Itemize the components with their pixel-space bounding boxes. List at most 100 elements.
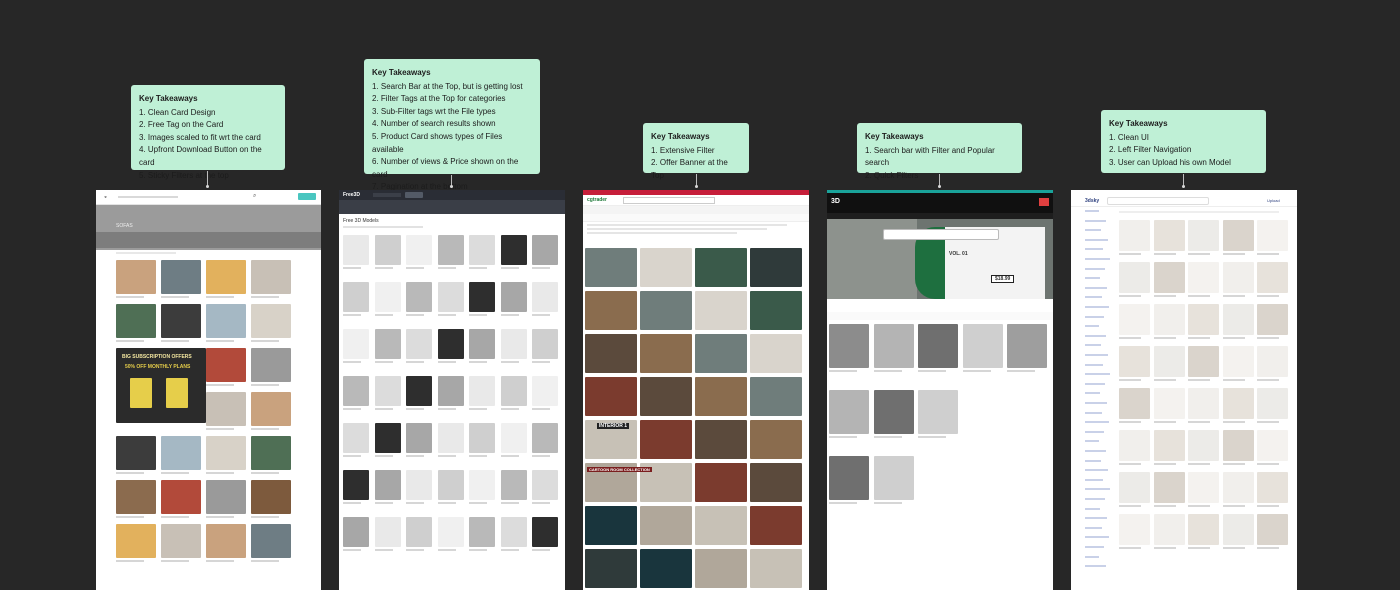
product-card-thumbnail[interactable] bbox=[1153, 430, 1185, 461]
product-card-thumbnail[interactable] bbox=[750, 420, 802, 459]
site1-logo[interactable]: ◒ bbox=[104, 194, 107, 200]
product-card-thumbnail[interactable] bbox=[532, 517, 558, 547]
product-card-thumbnail[interactable] bbox=[469, 282, 495, 312]
product-card-thumbnail[interactable] bbox=[500, 282, 527, 312]
product-card-thumbnail[interactable] bbox=[829, 390, 869, 434]
product-card-thumbnail[interactable] bbox=[1153, 262, 1185, 293]
site2-search-button[interactable] bbox=[405, 192, 423, 198]
product-card-thumbnail[interactable] bbox=[532, 329, 558, 359]
product-card-thumbnail[interactable] bbox=[1153, 388, 1185, 419]
filter-option[interactable] bbox=[1085, 469, 1108, 472]
filter-option[interactable] bbox=[1085, 430, 1104, 433]
product-card-thumbnail[interactable] bbox=[585, 334, 637, 373]
product-card-thumbnail[interactable] bbox=[469, 423, 495, 453]
site2-search-input[interactable] bbox=[373, 193, 401, 197]
filter-option[interactable] bbox=[1085, 450, 1106, 452]
product-card-thumbnail[interactable] bbox=[750, 549, 802, 588]
site5-search-input[interactable] bbox=[1107, 197, 1209, 205]
product-card-thumbnail[interactable] bbox=[750, 377, 802, 416]
product-card-thumbnail[interactable] bbox=[1257, 514, 1288, 545]
product-card-thumbnail[interactable] bbox=[750, 506, 802, 545]
product-card-thumbnail[interactable] bbox=[532, 282, 558, 312]
product-card-thumbnail[interactable] bbox=[206, 524, 246, 558]
product-card-thumbnail[interactable] bbox=[695, 420, 747, 459]
product-card-thumbnail[interactable] bbox=[206, 392, 246, 426]
product-card-thumbnail[interactable] bbox=[532, 376, 558, 406]
product-card-thumbnail[interactable] bbox=[116, 480, 156, 514]
site1-filter-bar[interactable] bbox=[96, 232, 321, 248]
product-card-thumbnail[interactable] bbox=[374, 235, 401, 265]
product-card-thumbnail[interactable] bbox=[1119, 430, 1150, 461]
product-card-thumbnail[interactable] bbox=[532, 235, 558, 265]
product-card-thumbnail[interactable] bbox=[437, 470, 464, 500]
product-card-thumbnail[interactable] bbox=[1188, 514, 1219, 545]
filter-option[interactable] bbox=[1085, 488, 1110, 491]
product-card-thumbnail[interactable] bbox=[1119, 262, 1150, 293]
filter-option[interactable] bbox=[1085, 258, 1110, 260]
product-card-thumbnail[interactable] bbox=[1153, 346, 1185, 377]
product-card-thumbnail[interactable] bbox=[750, 291, 802, 330]
product-card-thumbnail[interactable] bbox=[161, 480, 201, 514]
product-card-thumbnail[interactable] bbox=[437, 282, 464, 312]
site3-filter-bar[interactable] bbox=[583, 214, 809, 222]
product-card-thumbnail[interactable] bbox=[640, 291, 692, 330]
product-card-thumbnail[interactable] bbox=[251, 436, 291, 470]
product-card-thumbnail[interactable] bbox=[374, 517, 401, 547]
product-card-thumbnail[interactable] bbox=[1188, 388, 1219, 419]
product-card-thumbnail[interactable] bbox=[500, 470, 527, 500]
product-card-thumbnail[interactable] bbox=[251, 260, 291, 294]
site5-tab-bar[interactable] bbox=[1119, 211, 1279, 213]
product-card-thumbnail[interactable] bbox=[469, 376, 495, 406]
product-card-thumbnail[interactable] bbox=[206, 260, 246, 294]
product-card-thumbnail[interactable] bbox=[1257, 220, 1288, 251]
site4-upload-button[interactable] bbox=[1039, 198, 1049, 206]
product-card-thumbnail[interactable] bbox=[1257, 472, 1288, 503]
product-card-thumbnail[interactable] bbox=[343, 470, 369, 500]
filter-option[interactable] bbox=[1085, 536, 1109, 539]
product-card-thumbnail[interactable] bbox=[406, 282, 432, 312]
product-card-thumbnail[interactable] bbox=[962, 324, 1003, 368]
product-card-thumbnail[interactable] bbox=[1222, 514, 1254, 545]
site3-search-input[interactable] bbox=[623, 197, 715, 204]
product-card-thumbnail[interactable] bbox=[437, 423, 464, 453]
product-card-thumbnail[interactable] bbox=[161, 436, 201, 470]
product-card-thumbnail[interactable] bbox=[116, 436, 156, 470]
filter-option[interactable] bbox=[1085, 229, 1101, 232]
product-card-thumbnail[interactable] bbox=[1188, 262, 1219, 293]
product-card-thumbnail[interactable] bbox=[1119, 514, 1150, 545]
filter-option[interactable] bbox=[1085, 315, 1104, 318]
product-card-thumbnail[interactable] bbox=[873, 390, 914, 434]
site5-left-filter-nav[interactable] bbox=[1085, 210, 1115, 590]
product-card-thumbnail[interactable] bbox=[343, 376, 369, 406]
filter-option[interactable] bbox=[1085, 210, 1099, 212]
product-card-thumbnail[interactable] bbox=[1119, 388, 1150, 419]
filter-option[interactable] bbox=[1085, 411, 1102, 414]
product-card-thumbnail[interactable] bbox=[695, 377, 747, 416]
product-card-thumbnail[interactable] bbox=[1257, 304, 1288, 335]
product-card-thumbnail[interactable] bbox=[500, 376, 527, 406]
site1-nav-placeholder[interactable] bbox=[118, 196, 178, 198]
product-card-thumbnail[interactable] bbox=[1153, 514, 1185, 545]
filter-option[interactable] bbox=[1085, 306, 1109, 308]
product-card-thumbnail[interactable] bbox=[1222, 304, 1254, 335]
filter-option[interactable] bbox=[1085, 555, 1099, 558]
product-card-thumbnail[interactable] bbox=[343, 329, 369, 359]
filter-option[interactable] bbox=[1085, 363, 1103, 366]
product-card-thumbnail[interactable] bbox=[585, 377, 637, 416]
product-card-thumbnail[interactable] bbox=[1222, 346, 1254, 377]
product-card-thumbnail[interactable] bbox=[374, 282, 401, 312]
product-card-thumbnail[interactable] bbox=[206, 348, 246, 382]
product-card-thumbnail[interactable] bbox=[873, 324, 914, 368]
filter-option[interactable] bbox=[1085, 296, 1102, 299]
product-card-thumbnail[interactable] bbox=[469, 329, 495, 359]
filter-option[interactable] bbox=[1085, 392, 1100, 395]
product-card-thumbnail[interactable] bbox=[406, 470, 432, 500]
product-card-thumbnail[interactable] bbox=[1188, 430, 1219, 461]
filter-option[interactable] bbox=[1085, 219, 1106, 222]
filter-option[interactable] bbox=[1085, 546, 1104, 548]
site5-logo[interactable]: 3dsky bbox=[1085, 198, 1099, 204]
filter-option[interactable] bbox=[1085, 248, 1103, 251]
product-card-thumbnail[interactable] bbox=[206, 480, 246, 514]
product-card-thumbnail[interactable] bbox=[437, 329, 464, 359]
product-card-thumbnail[interactable] bbox=[640, 549, 692, 588]
